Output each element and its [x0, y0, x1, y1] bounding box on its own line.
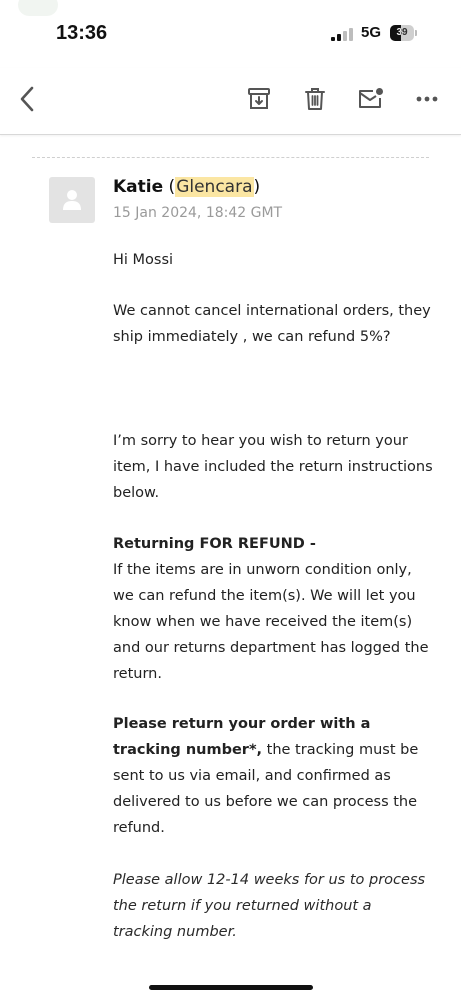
paragraph-cancel: We cannot cancel international orders, t… [113, 303, 431, 345]
status-bar: 13:36 5G 39 [0, 0, 461, 68]
refund-text: If the items are in unworn condition onl… [113, 562, 429, 682]
person-icon [63, 190, 81, 210]
email-date: 15 Jan 2024, 18:42 GMT [113, 205, 283, 221]
greeting: Hi Mossi [113, 252, 174, 268]
mark-unread-button[interactable] [356, 84, 386, 114]
status-time: 13:36 [56, 22, 108, 44]
network-label: 5G [361, 24, 382, 41]
trash-icon [305, 88, 325, 110]
refund-heading: Returning FOR REFUND - [113, 536, 316, 552]
notification-ghost [18, 0, 58, 16]
sender-line: Katie (Glencara) [113, 177, 261, 197]
archive-icon [248, 88, 270, 109]
sender-avatar [49, 177, 95, 223]
more-options-button[interactable] [412, 84, 442, 114]
thread-divider [32, 157, 429, 158]
email-toolbar [0, 68, 461, 135]
trash-button[interactable] [300, 84, 330, 114]
chevron-left-icon [20, 86, 34, 112]
battery-icon: 39 [390, 25, 418, 41]
sender-org: Glencara [175, 177, 254, 197]
archive-button[interactable] [244, 84, 274, 114]
home-indicator[interactable] [149, 985, 313, 990]
sender-name: Katie [113, 177, 164, 197]
back-button[interactable] [12, 84, 42, 114]
paragraph-allow: Please allow 12-14 weeks for us to proce… [113, 872, 426, 940]
paragraph-sorry: I’m sorry to hear you wish to return you… [113, 433, 433, 501]
signal-icon [331, 28, 355, 41]
paragraph-tracking: Please return your order with a tracking… [113, 711, 435, 841]
refund-section: Returning FOR REFUND - If the items are … [113, 531, 435, 687]
mark-unread-icon [359, 88, 383, 108]
battery-level: 39 [396, 27, 408, 38]
more-horizontal-icon [416, 96, 438, 102]
